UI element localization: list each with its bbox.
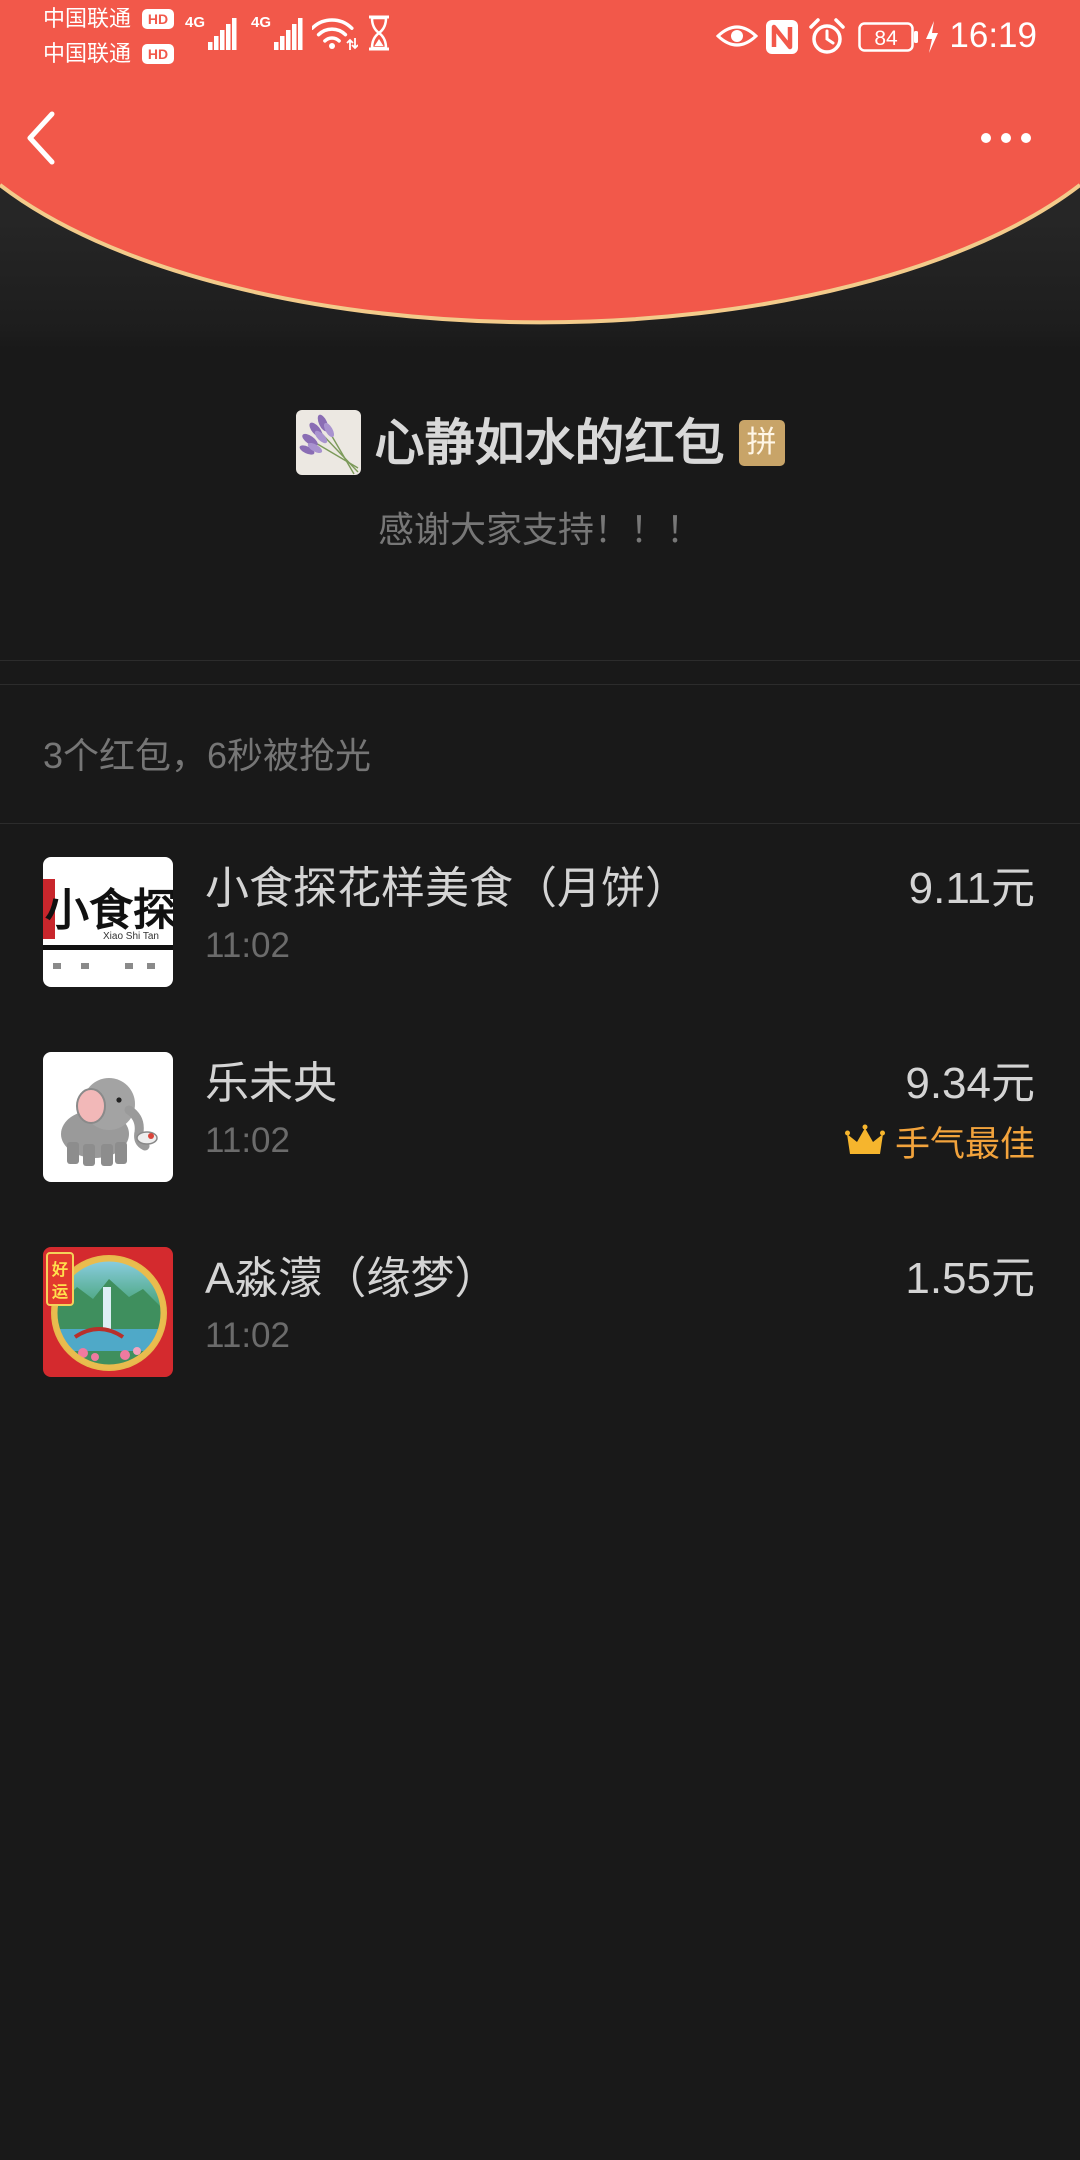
packet-sender-header: 心静如水的红包 拼 (0, 405, 1080, 480)
scenic-avatar-image: 好 运 (43, 1247, 173, 1377)
carrier-label-2: 中国联通 (43, 41, 132, 66)
battery-icon: 84 (858, 22, 918, 52)
eye-icon (716, 25, 758, 47)
grab-time: 11:02 (205, 1121, 290, 1160)
grab-time: 11:02 (205, 926, 290, 965)
grab-amount: 1.55元 (905, 1254, 1035, 1303)
status-bar: 中国联通 中国联通 HD HD 4G 4G 84 16:19 (0, 0, 1080, 76)
section-divider (0, 684, 1080, 685)
grab-amount: 9.11元 (908, 864, 1035, 913)
hd-badge-2: HD (142, 44, 174, 64)
group-packet-badge: 拼 (738, 419, 785, 466)
network-type-label: 4G (185, 14, 205, 31)
charging-icon (926, 21, 938, 53)
crown-icon (844, 1124, 885, 1154)
grab-amount: 9.34元 (905, 1059, 1035, 1108)
grab-time: 11:02 (205, 1316, 290, 1355)
avatar-tag-lettering: 好 (51, 1261, 68, 1279)
signal-icon: 4G (185, 14, 237, 50)
best-luck-text: 手气最佳 (894, 1124, 1035, 1164)
recipient-name: A淼濛（缘梦） (205, 1254, 499, 1303)
recipient-row[interactable]: 小食探 Xiao Shi Tan 小食探花样美食（月饼） 11:02 9.11元 (0, 857, 1080, 987)
wifi-icon (312, 18, 358, 50)
packet-summary: 3个红包，6秒被抢光 (43, 735, 372, 776)
section-divider (0, 660, 1080, 661)
avatar-logo-subtitle: Xiao Shi Tan (103, 931, 159, 942)
lavender-avatar-image (295, 410, 361, 475)
recipient-name: 小食探花样美食（月饼） (205, 864, 689, 913)
hd-badge-1: HD (142, 9, 174, 29)
nfc-icon (766, 20, 798, 54)
recipient-row[interactable]: 乐未央 11:02 9.34元 手气最佳 (0, 1052, 1080, 1182)
recipient-avatar[interactable] (43, 1052, 173, 1182)
shop-logo-avatar-image: 小食探 Xiao Shi Tan (43, 857, 173, 987)
recipient-row[interactable]: 好 运 A淼濛（缘梦） 11:02 1.55元 (0, 1247, 1080, 1377)
battery-level: 84 (874, 27, 898, 50)
avatar-tag-lettering: 运 (52, 1283, 68, 1301)
back-arrow-icon[interactable] (20, 108, 60, 168)
list-divider (0, 823, 1080, 824)
avatar-logo-lettering: 小食探 (45, 885, 173, 936)
network-type-label: 4G (251, 14, 271, 31)
sender-avatar[interactable] (295, 410, 361, 475)
hourglass-icon (369, 15, 389, 51)
signal-icon: 4G (251, 14, 303, 50)
best-luck-label: 手气最佳 (844, 1116, 1035, 1166)
more-dots-icon[interactable] (976, 124, 1036, 152)
packet-message: 感谢大家支持！！！ (377, 509, 702, 550)
recipient-avatar[interactable]: 好 运 (43, 1247, 173, 1377)
elephant-avatar-image (43, 1052, 173, 1182)
packet-title: 心静如水的红包 (374, 414, 725, 471)
recipient-avatar[interactable]: 小食探 Xiao Shi Tan (43, 857, 173, 987)
recipient-name: 乐未央 (205, 1059, 337, 1108)
clock-time: 16:19 (949, 16, 1037, 55)
alarm-icon (809, 18, 845, 54)
carrier-label-1: 中国联通 (43, 6, 132, 31)
